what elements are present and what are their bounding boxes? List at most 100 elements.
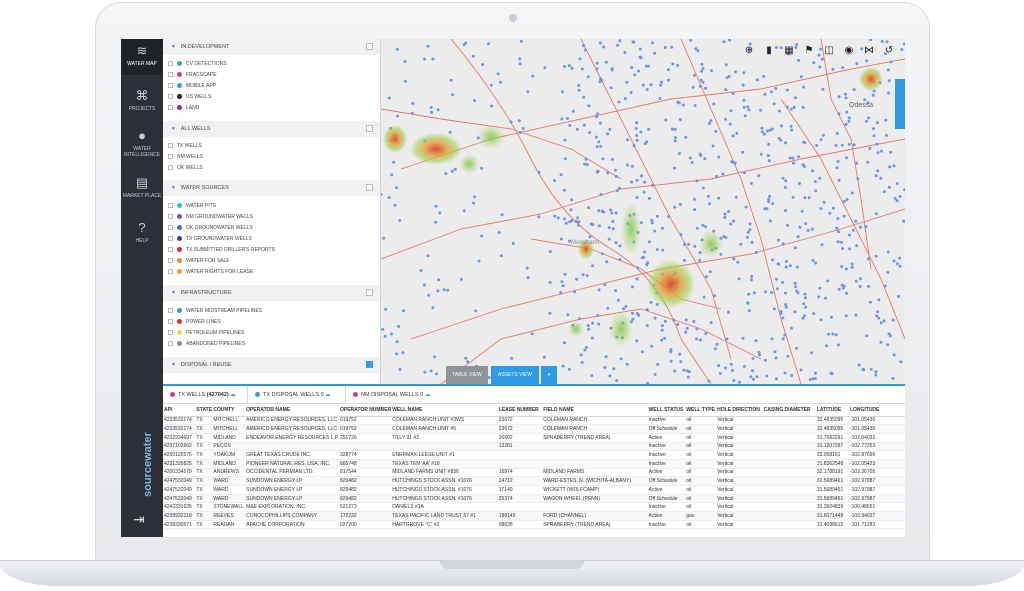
well-point[interactable] <box>699 154 703 158</box>
table-row[interactable]: 4200334579 TX ANDREWS OCCIDENTAL PERMIAN LT… <box>163 468 905 478</box>
well-point[interactable] <box>562 341 566 345</box>
well-point[interactable] <box>724 63 728 67</box>
well-point[interactable] <box>832 206 835 210</box>
well-point[interactable] <box>868 300 872 304</box>
well-point[interactable] <box>739 242 743 246</box>
well-point[interactable] <box>792 105 796 109</box>
well-point[interactable] <box>635 138 639 142</box>
checkbox[interactable] <box>168 83 173 88</box>
well-point[interactable] <box>704 225 708 229</box>
well-point[interactable] <box>766 154 770 157</box>
table-row[interactable]: 4232934697 TX MIDLAND ENDEAVOR ENERGY RESOU… <box>163 433 905 443</box>
well-point[interactable] <box>811 259 815 262</box>
well-point[interactable] <box>537 215 541 219</box>
well-point[interactable] <box>588 131 592 134</box>
well-point[interactable] <box>858 285 862 288</box>
nav-item-projects[interactable]: ⌘ PROJECTS <box>121 89 163 119</box>
well-point[interactable] <box>664 118 668 122</box>
well-point[interactable] <box>767 200 771 204</box>
well-point[interactable] <box>818 286 822 290</box>
well-point[interactable] <box>561 364 565 368</box>
well-point[interactable] <box>804 305 808 309</box>
well-point[interactable] <box>471 54 475 58</box>
well-point[interactable] <box>854 219 858 223</box>
well-point[interactable] <box>464 356 468 360</box>
layer-item[interactable]: NM GROUNDWATER WELLS <box>168 212 253 223</box>
well-point[interactable] <box>855 244 859 248</box>
well-point[interactable] <box>667 78 670 82</box>
well-point[interactable] <box>737 277 741 281</box>
column-header[interactable]: OPERATOR NUMBER <box>338 404 392 417</box>
well-point[interactable] <box>573 290 577 294</box>
well-point[interactable] <box>803 141 807 145</box>
well-point[interactable] <box>799 368 803 372</box>
well-point[interactable] <box>518 62 522 66</box>
well-point[interactable] <box>844 267 848 271</box>
well-point[interactable] <box>531 74 535 78</box>
well-point[interactable] <box>576 216 580 220</box>
well-point[interactable] <box>841 247 845 251</box>
well-point[interactable] <box>422 283 426 287</box>
well-point[interactable] <box>403 79 407 83</box>
well-point[interactable] <box>575 277 579 281</box>
crop-icon[interactable]: ◫ <box>823 45 835 57</box>
well-point[interactable] <box>886 343 890 347</box>
well-point[interactable] <box>784 179 788 183</box>
well-point[interactable] <box>831 332 835 336</box>
well-point[interactable] <box>381 327 385 331</box>
well-point[interactable] <box>565 117 569 120</box>
well-point[interactable] <box>526 276 530 280</box>
well-point[interactable] <box>601 157 605 161</box>
well-point[interactable] <box>696 49 700 53</box>
well-point[interactable] <box>688 156 692 160</box>
well-point[interactable] <box>577 220 581 224</box>
well-point[interactable] <box>776 262 780 266</box>
well-point[interactable] <box>693 244 697 248</box>
well-point[interactable] <box>736 260 740 264</box>
column-header[interactable]: API <box>163 404 196 417</box>
well-point[interactable] <box>556 216 560 220</box>
well-point[interactable] <box>643 250 647 254</box>
well-point[interactable] <box>594 135 598 139</box>
column-header[interactable]: LEASE NUMBER <box>497 404 543 417</box>
well-point[interactable] <box>395 352 399 356</box>
well-point[interactable] <box>850 191 854 195</box>
well-point[interactable] <box>724 88 728 92</box>
well-point[interactable] <box>673 136 677 140</box>
well-point[interactable] <box>615 379 619 382</box>
well-point[interactable] <box>751 369 754 373</box>
well-point[interactable] <box>857 363 861 367</box>
well-point[interactable] <box>713 347 717 351</box>
well-point[interactable] <box>781 242 785 246</box>
well-point[interactable] <box>426 44 430 48</box>
checkbox[interactable] <box>168 143 173 148</box>
well-point[interactable] <box>875 121 879 125</box>
well-point[interactable] <box>704 332 708 335</box>
column-header[interactable]: CASING DIAMETER <box>762 404 816 417</box>
well-point[interactable] <box>607 237 611 241</box>
well-point[interactable] <box>426 254 430 258</box>
well-point[interactable] <box>451 93 455 97</box>
well-point[interactable] <box>599 193 603 197</box>
well-point[interactable] <box>725 337 729 341</box>
well-point[interactable] <box>889 150 892 154</box>
well-point[interactable] <box>586 75 590 79</box>
well-point[interactable] <box>560 117 564 121</box>
tab-tx-wells[interactable]: TX WELLS (427042) ☁ <box>163 386 247 404</box>
table-row[interactable]: 4243331635 TX STONEWALL M&E EXPLORATION, IN… <box>163 502 905 513</box>
column-header[interactable]: LONGITUDE <box>848 404 905 417</box>
well-point[interactable] <box>647 240 651 244</box>
well-point[interactable] <box>709 69 713 73</box>
well-point[interactable] <box>631 311 634 315</box>
well-point[interactable] <box>708 270 712 274</box>
well-point[interactable] <box>612 367 616 371</box>
well-point[interactable] <box>748 228 752 232</box>
well-point[interactable] <box>602 45 606 49</box>
well-point[interactable] <box>807 196 811 200</box>
well-point[interactable] <box>646 64 650 68</box>
well-point[interactable] <box>875 142 879 146</box>
well-point[interactable] <box>772 307 776 311</box>
well-point[interactable] <box>828 211 832 215</box>
well-point[interactable] <box>474 309 478 313</box>
well-point[interactable] <box>724 366 727 370</box>
